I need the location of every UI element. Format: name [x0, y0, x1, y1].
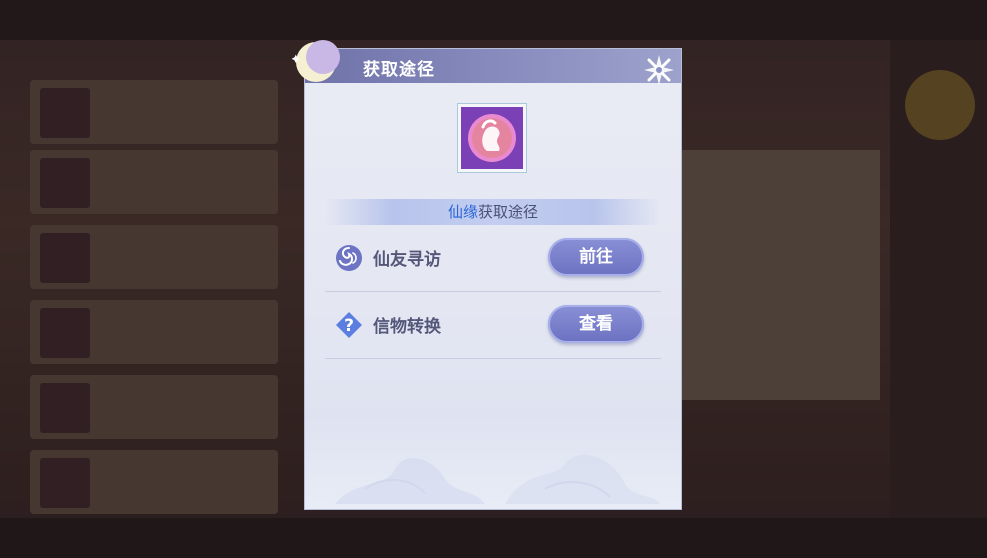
view-button[interactable]: 查看 — [548, 305, 644, 343]
acquire-path-dialog: 获取途径 仙缘获取途径 仙友寻访 前往 ? 信物转换 查看 — [291, 40, 681, 509]
cloud-decoration — [335, 454, 660, 504]
section-heading: 仙缘获取途径 — [325, 199, 661, 225]
row-label-xinwu-zhuanhuan: 信物转换 — [373, 317, 441, 337]
item-icon-frame[interactable] — [457, 103, 527, 173]
dialog-title: 获取途径 — [363, 60, 435, 80]
section-heading-text: 获取途径 — [478, 203, 539, 221]
question-diamond-icon: ? — [336, 312, 362, 338]
xianyuan-portrait-icon — [461, 107, 523, 169]
acquire-row: 仙友寻访 前往 — [325, 225, 661, 292]
row-label-xianyou-xunfang: 仙友寻访 — [373, 250, 441, 270]
goto-button[interactable]: 前往 — [548, 238, 644, 276]
dialog-header: 获取途径 — [305, 49, 681, 83]
close-icon[interactable] — [642, 53, 676, 87]
section-heading-highlight: 仙缘 — [447, 203, 478, 221]
acquire-row: ? 信物转换 查看 — [325, 292, 661, 359]
crescent-moon-icon — [291, 40, 340, 82]
yin-yang-swirl-icon — [336, 245, 362, 271]
svg-text:?: ? — [344, 316, 354, 336]
